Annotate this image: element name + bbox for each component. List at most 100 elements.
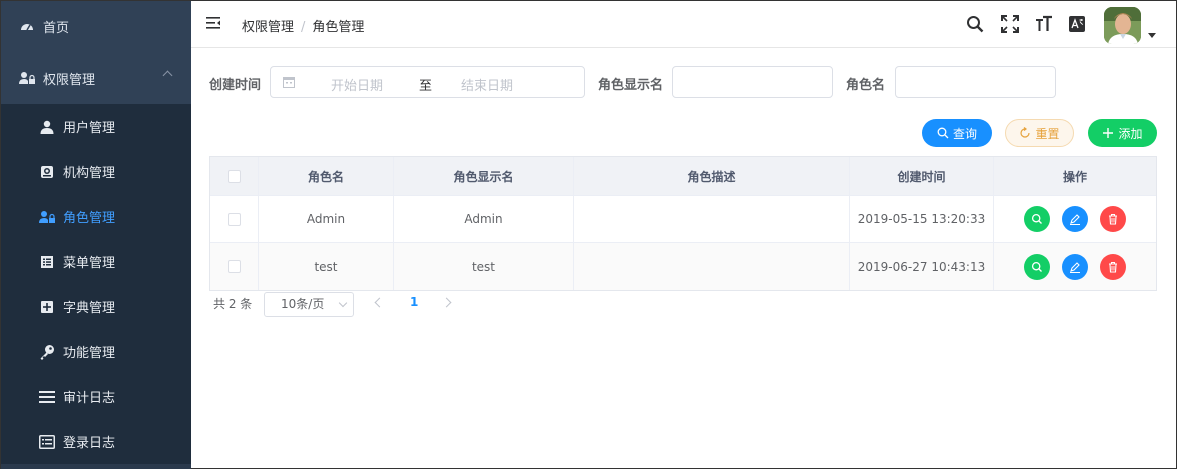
- search-icon: [1031, 213, 1042, 224]
- edit-button[interactable]: [1062, 206, 1088, 232]
- sidebar-item-label: 登录日志: [63, 436, 116, 451]
- edit-button[interactable]: [1062, 253, 1088, 280]
- sidebar-group-label: 权限管理: [43, 72, 96, 88]
- search-icon[interactable]: [966, 15, 984, 33]
- row-select-cell: [210, 243, 259, 290]
- view-button[interactable]: [1024, 206, 1050, 232]
- translate-icon[interactable]: [1068, 15, 1086, 33]
- row-select-cell: [210, 196, 259, 242]
- add-button[interactable]: 添加: [1088, 119, 1157, 147]
- sidebar-item-audit-log[interactable]: 审计日志: [1, 374, 191, 419]
- sidebar-item-label: 机构管理: [63, 166, 116, 181]
- sidebar-item-dictionary[interactable]: 字典管理: [1, 284, 191, 329]
- navbar: 权限管理 / 角色管理: [191, 1, 1176, 48]
- calendar-icon: [283, 76, 295, 88]
- breadcrumb-item-permissions[interactable]: 权限管理: [242, 20, 294, 35]
- row-checkbox[interactable]: [227, 212, 241, 226]
- header-role-name: 角色名: [259, 157, 394, 195]
- table-row: test test 2019-06-27 10:43:13: [210, 243, 1156, 290]
- select-all-cell: [210, 157, 259, 195]
- cell-description: [574, 196, 850, 242]
- next-page-button[interactable]: [441, 297, 452, 308]
- header-created-time: 创建时间: [850, 157, 994, 195]
- cell-description: [574, 243, 850, 290]
- end-date-input[interactable]: 结束日期: [461, 75, 513, 94]
- cell-actions: [994, 243, 1156, 290]
- sidebar-item-login-log[interactable]: 登录日志: [1, 419, 191, 464]
- main-content: 权限管理 / 角色管理 创建时间 开始日期 至 结束日期 角色显示名 角色名 查…: [191, 1, 1176, 468]
- page-number-current[interactable]: 1: [410, 295, 418, 309]
- cell-display-name: test: [394, 243, 574, 290]
- breadcrumb: 权限管理 / 角色管理: [242, 16, 364, 35]
- reset-button[interactable]: 重置: [1005, 119, 1074, 147]
- cell-created-time: 2019-06-27 10:43:13: [850, 243, 994, 290]
- chevron-down-icon: [338, 298, 348, 308]
- dictionary-icon: [39, 299, 55, 315]
- sidebar-item-label: 角色管理: [63, 211, 116, 226]
- search-form: 创建时间 开始日期 至 结束日期 角色显示名 角色名: [209, 66, 1169, 98]
- start-date-input[interactable]: 开始日期: [331, 75, 383, 94]
- edit-icon: [1070, 214, 1080, 225]
- organization-icon: [39, 164, 55, 180]
- search-button[interactable]: 查询: [922, 119, 992, 147]
- view-button[interactable]: [1024, 253, 1050, 280]
- sidebar-item-label: 审计日志: [63, 391, 116, 406]
- date-range-separator: 至: [419, 79, 433, 94]
- refresh-icon: [1019, 127, 1031, 139]
- caret-down-icon[interactable]: [1148, 33, 1156, 38]
- delete-button[interactable]: [1100, 253, 1126, 280]
- list-icon: [39, 389, 55, 405]
- add-button-label: 添加: [1118, 126, 1143, 141]
- cell-display-name: Admin: [394, 196, 574, 242]
- sidebar-item-roles[interactable]: 角色管理: [1, 194, 191, 239]
- sidebar-item-home[interactable]: 首页: [1, 1, 191, 52]
- fullscreen-icon[interactable]: [1001, 15, 1019, 33]
- display-name-input[interactable]: [672, 66, 833, 98]
- search-icon: [1031, 261, 1042, 272]
- chevron-up-icon: [162, 70, 173, 81]
- user-lock-icon: [19, 70, 35, 86]
- table-row: Admin Admin 2019-05-15 13:20:33: [210, 196, 1156, 243]
- trash-icon: [1109, 261, 1117, 273]
- prev-page-button[interactable]: [374, 297, 385, 308]
- sidebar-item-label: 菜单管理: [63, 256, 116, 271]
- user-icon: [39, 119, 55, 135]
- cell-role-name: test: [259, 243, 394, 290]
- sidebar-item-users[interactable]: 用户管理: [1, 104, 191, 149]
- sidebar-item-label: 功能管理: [63, 346, 116, 361]
- sidebar-item-label: 用户管理: [63, 121, 116, 136]
- table-header: 角色名 角色显示名 角色描述 创建时间 操作: [210, 157, 1156, 196]
- key-icon: [39, 344, 55, 360]
- hamburger-icon[interactable]: [206, 15, 222, 31]
- role-icon: [39, 209, 55, 225]
- role-name-label: 角色名: [846, 78, 886, 93]
- page-size-value: 10条/页: [281, 297, 325, 311]
- sidebar-item-menus[interactable]: 菜单管理: [1, 239, 191, 284]
- menu-list-icon: [39, 254, 55, 270]
- reset-button-label: 重置: [1035, 126, 1060, 141]
- sidebar-item-label: 首页: [43, 21, 70, 36]
- font-size-icon[interactable]: [1035, 15, 1053, 33]
- sidebar-item-label: 字典管理: [63, 301, 116, 316]
- breadcrumb-item-roles: 角色管理: [312, 20, 365, 35]
- delete-button[interactable]: [1100, 206, 1126, 232]
- dashboard-icon: [19, 19, 35, 35]
- cell-role-name: Admin: [259, 196, 394, 242]
- sidebar-group-permissions[interactable]: 权限管理: [1, 52, 191, 104]
- row-checkbox[interactable]: [227, 260, 241, 273]
- sidebar-item-functions[interactable]: 功能管理: [1, 329, 191, 374]
- trash-icon: [1109, 213, 1117, 225]
- sidebar-item-organizations[interactable]: 机构管理: [1, 149, 191, 194]
- date-range-picker[interactable]: 开始日期 至 结束日期: [270, 66, 585, 98]
- avatar[interactable]: [1104, 7, 1141, 44]
- display-name-label: 角色显示名: [598, 78, 664, 93]
- select-all-checkbox[interactable]: [227, 169, 241, 183]
- header-description: 角色描述: [574, 157, 850, 195]
- login-log-icon: [39, 434, 55, 450]
- search-button-label: 查询: [952, 126, 977, 141]
- page-size-select[interactable]: 10条/页: [264, 292, 354, 317]
- plus-icon: [1102, 127, 1114, 139]
- created-time-label: 创建时间: [209, 78, 262, 93]
- role-name-input[interactable]: [895, 66, 1056, 98]
- edit-icon: [1070, 261, 1080, 273]
